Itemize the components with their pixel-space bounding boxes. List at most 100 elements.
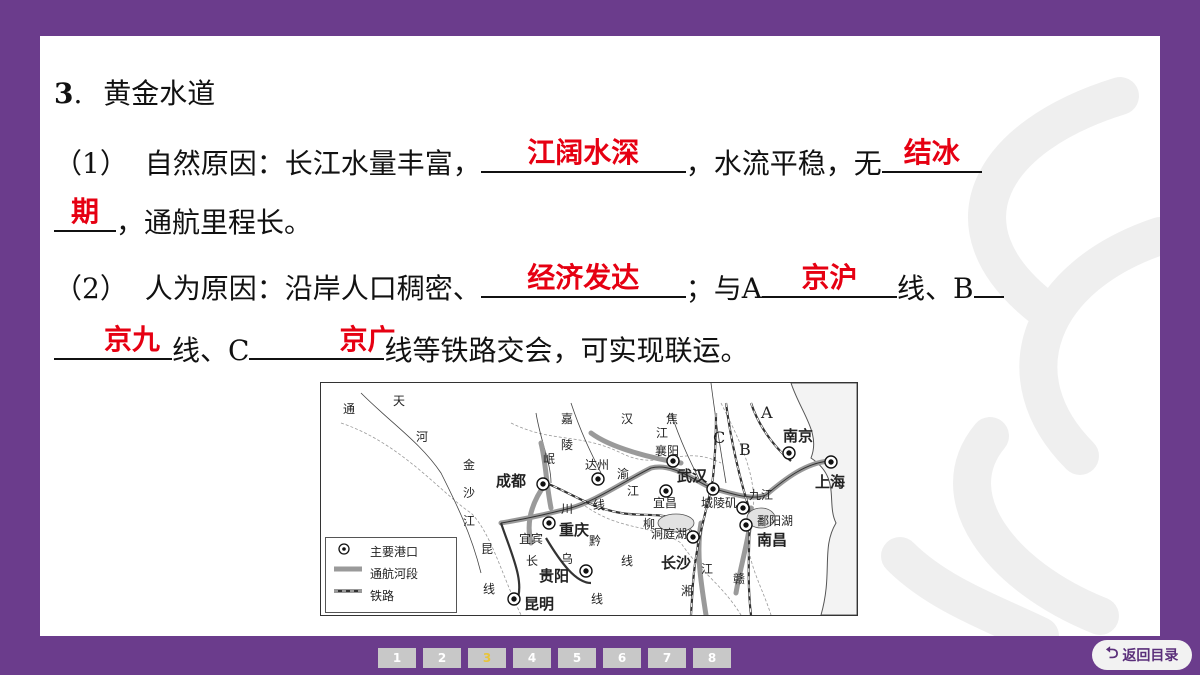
heading-title: 黄金水道 <box>103 77 216 110</box>
svg-text:线: 线 <box>621 554 633 568</box>
svg-text:川: 川 <box>561 502 573 516</box>
page-navigation: 1 2 3 4 5 6 7 8 <box>378 648 731 668</box>
svg-text:乌: 乌 <box>561 551 573 566</box>
svg-text:线: 线 <box>483 582 495 596</box>
map-lake-dongting: 洞庭湖 <box>651 526 687 541</box>
legend-rail-label: 铁路 <box>370 588 395 603</box>
map-letter-b: B <box>739 440 751 459</box>
q1-text-a: 自然原因：长江水量丰富， <box>144 147 481 180</box>
q2-line-2: 京九 线、C 京广 线等铁路交会，可实现联运。 <box>54 323 749 371</box>
q1-answer-1: 江阔水深 <box>527 136 640 169</box>
map-city-yichang: 宜昌 <box>653 495 677 510</box>
map-letter-c: C <box>713 428 725 447</box>
map-city-wuhan: 武汉 <box>677 467 708 485</box>
q2-blank-3[interactable]: 京九 <box>54 323 172 360</box>
page-button-3[interactable]: 3 <box>468 648 506 668</box>
page-button-7[interactable]: 7 <box>648 648 686 668</box>
map-city-guiyang: 贵阳 <box>539 567 569 585</box>
q2-text-e: 线等铁路交会，可实现联运。 <box>384 334 749 367</box>
svg-text:黔: 黔 <box>589 533 601 548</box>
q2-line-1: （2） 人为原因：沿岸人口稠密、 经济发达 ；与A 京沪 线、B <box>54 261 1004 309</box>
svg-text:渝: 渝 <box>617 466 629 481</box>
q2-blank-3-start[interactable] <box>973 264 1004 298</box>
svg-text:河: 河 <box>416 430 428 444</box>
section-heading: 3. 黄金水道 <box>54 74 215 114</box>
svg-text:赣: 赣 <box>733 572 745 586</box>
svg-text:江: 江 <box>463 514 475 528</box>
svg-text:沙: 沙 <box>463 486 475 500</box>
svg-text:汉: 汉 <box>621 412 633 426</box>
q1-text-c: ，通航里程长。 <box>116 206 313 239</box>
yangtze-map: 成都 重庆 贵阳 昆明 武汉 长沙 南昌 南京 上海 达州 宜昌 襄阳 九江 宜… <box>320 382 858 616</box>
q2-answer-1: 经济发达 <box>527 261 640 294</box>
q1-blank-2[interactable]: 结冰 <box>881 136 982 173</box>
q1-answer-2a: 结冰 <box>903 136 960 169</box>
svg-text:嘉: 嘉 <box>561 412 573 426</box>
return-arrow-icon: ⮌ <box>1105 642 1119 662</box>
map-city-chongqing: 重庆 <box>559 521 589 539</box>
q2-text-d: 线、C <box>172 334 250 367</box>
map-city-dazhou: 达州 <box>585 458 609 472</box>
map-city-nanchang: 南昌 <box>757 531 787 549</box>
heading-number: 3 <box>54 77 74 110</box>
back-button-label: 返回目录 <box>1122 648 1179 664</box>
svg-text:天: 天 <box>393 394 405 408</box>
map-lake-poyang: 鄱阳湖 <box>757 513 793 528</box>
q1-text-b: ，水流平稳，无 <box>685 147 882 180</box>
page-button-4[interactable]: 4 <box>513 648 551 668</box>
page-button-8[interactable]: 8 <box>693 648 731 668</box>
q1-line-2: 期 ，通航里程长。 <box>54 195 313 243</box>
page-button-2[interactable]: 2 <box>423 648 461 668</box>
map-city-nanjing: 南京 <box>783 427 813 445</box>
map-city-changsha: 长沙 <box>661 554 691 572</box>
q2-text-b: ；与A <box>685 272 762 305</box>
q2-answer-3: 京九 <box>104 323 161 356</box>
map-city-chengshi: 城陵矶 <box>701 496 737 510</box>
slide-card: 3. 黄金水道 （1） 自然原因：长江水量丰富， 江阔水深 ，水流平稳，无 结冰 期 ，… <box>40 36 1160 636</box>
q2-answer-2: 京沪 <box>801 261 858 294</box>
svg-text:江: 江 <box>627 484 639 498</box>
q2-text-a: 人为原因：沿岸人口稠密、 <box>144 272 481 305</box>
svg-text:昆: 昆 <box>481 542 493 556</box>
q2-label: （2） <box>54 272 128 305</box>
q2-blank-4[interactable]: 京广 <box>249 324 395 360</box>
legend-rail: 铁路 <box>334 586 394 604</box>
q1-line-1: （1） 自然原因：长江水量丰富， 江阔水深 ，水流平稳，无 结冰 <box>54 136 982 184</box>
svg-text:岷: 岷 <box>543 451 555 466</box>
legend-port-label: 主要港口 <box>370 544 419 559</box>
map-city-xiangyang: 襄阳 <box>655 443 679 458</box>
svg-text:通: 通 <box>343 402 355 416</box>
back-to-contents-button[interactable]: ⮌ 返回目录 <box>1092 640 1192 670</box>
heading-sep: . <box>73 77 83 110</box>
q1-label: （1） <box>54 147 128 180</box>
map-city-jiujiang: 九江 <box>749 488 773 502</box>
svg-text:江: 江 <box>701 562 713 576</box>
page-button-6[interactable]: 6 <box>603 648 641 668</box>
map-letter-a: A <box>760 403 773 422</box>
q2-blank-2[interactable]: 京沪 <box>761 261 897 298</box>
svg-text:线: 线 <box>591 592 603 606</box>
page-button-1[interactable]: 1 <box>378 648 416 668</box>
q2-blank-1[interactable]: 经济发达 <box>480 261 686 298</box>
map-city-kunming: 昆明 <box>524 595 554 613</box>
svg-text:江: 江 <box>656 426 668 440</box>
legend-port: 主要港口 <box>334 542 418 560</box>
q1-blank-1[interactable]: 江阔水深 <box>480 136 686 173</box>
svg-text:线: 线 <box>593 498 605 512</box>
svg-text:陵: 陵 <box>561 438 573 452</box>
legend-river: 通航河段 <box>334 564 418 582</box>
map-city-yibin: 宜宾 <box>519 531 543 546</box>
svg-text:湘: 湘 <box>681 583 693 598</box>
svg-text:焦: 焦 <box>666 412 678 426</box>
q2-answer-4: 京广 <box>339 323 396 356</box>
q1-blank-2-cont[interactable]: 期 <box>54 195 116 232</box>
svg-text:金: 金 <box>463 457 475 472</box>
legend-river-label: 通航河段 <box>370 566 419 581</box>
map-city-shanghai: 上海 <box>815 473 845 491</box>
q2-text-c: 线、B <box>896 272 974 305</box>
page-button-5[interactable]: 5 <box>558 648 596 668</box>
svg-text:长: 长 <box>526 554 538 568</box>
svg-text:柳: 柳 <box>643 517 655 531</box>
map-legend: 主要港口 通航河段 铁路 <box>325 537 457 613</box>
q1-answer-2b: 期 <box>70 195 99 228</box>
